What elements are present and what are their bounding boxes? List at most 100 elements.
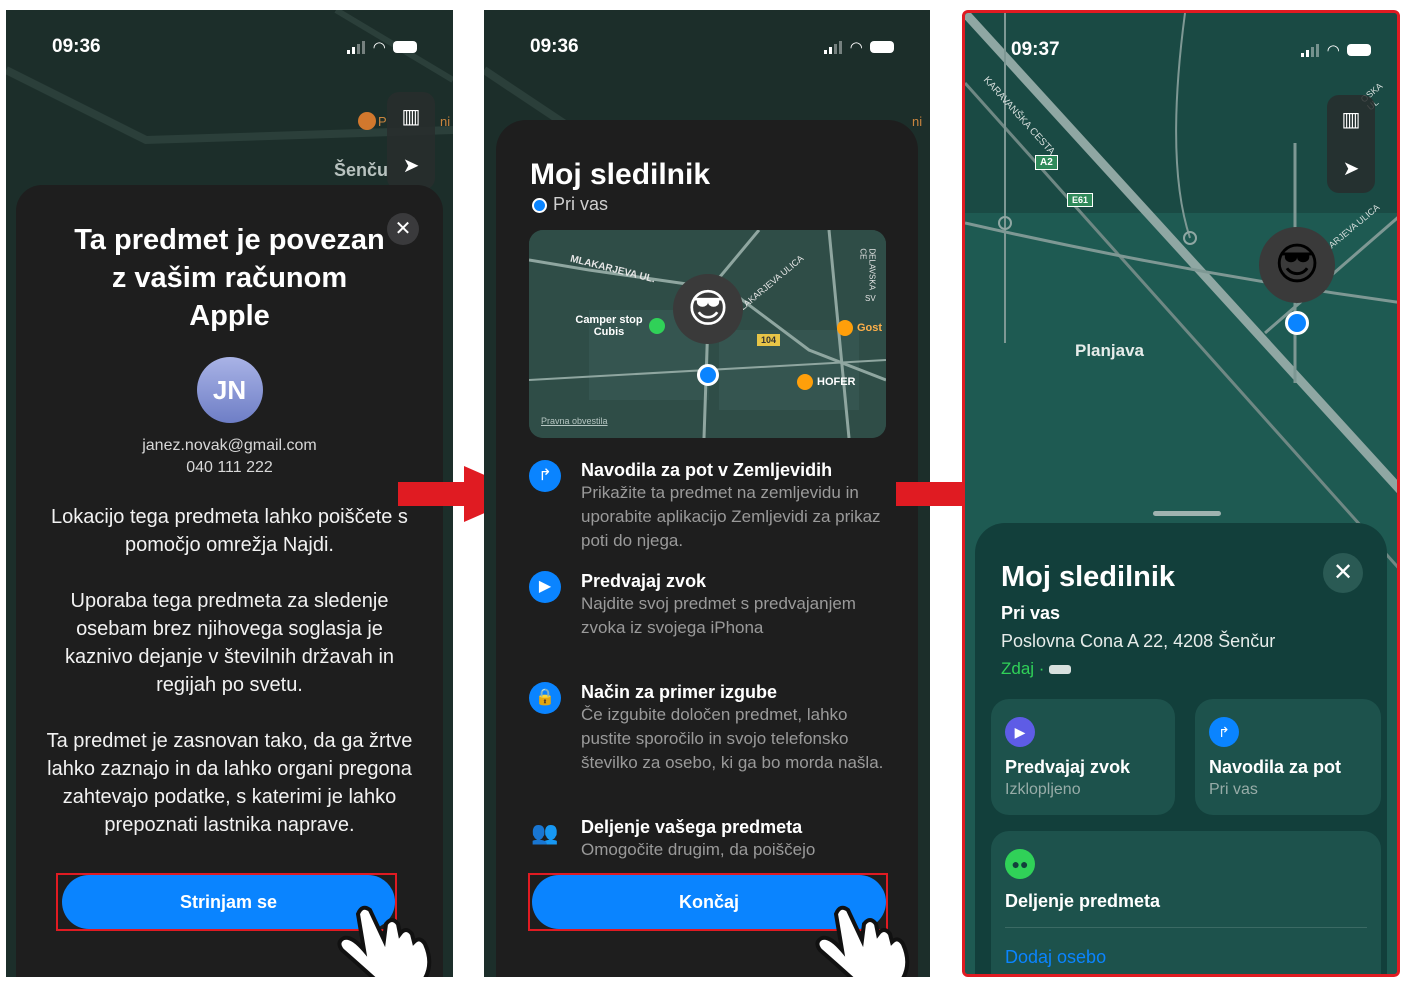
map-icon[interactable]: ▥ [1342, 107, 1361, 132]
map-controls: ▥ ➤ [1327, 95, 1375, 193]
tracker-address: Poslovna Cona A 22, 4208 Šenčur [1001, 631, 1276, 651]
account-phone: 040 111 222 [186, 459, 273, 476]
wifi-icon: ◠ [850, 39, 862, 56]
info-paragraph-2: Uporaba tega predmeta za sledenje osebam… [64, 590, 395, 696]
feature-title: Navodila za pot v Zemljevidih [581, 460, 833, 480]
tracker-status: Pri vas [532, 194, 608, 215]
status-time: 09:36 [530, 36, 579, 57]
map-sv-label: SV [865, 294, 876, 303]
location-arrow-icon[interactable]: ➤ [403, 153, 420, 178]
cellular-signal-icon [1301, 43, 1320, 57]
place-label: Planjava [1075, 341, 1144, 360]
tracker-sheet: Moj sledilnik Pri vas MLAKARJEVA UL. MLA… [496, 120, 918, 977]
add-person-link[interactable]: Dodaj osebo [1005, 947, 1106, 968]
restaurant-icon [837, 320, 853, 336]
people-icon: ●● [1005, 849, 1035, 879]
tracker-emoji-icon: 😎 [673, 274, 743, 344]
location-dot-icon [532, 197, 547, 213]
play-sound-tile[interactable]: ▶ Predvajaj zvok Izklopljeno [991, 699, 1175, 815]
last-seen-text: Zdaj [1001, 659, 1035, 678]
map-controls: ▥ ➤ [387, 92, 435, 190]
map-poi-label-2: ni [912, 114, 923, 129]
map-poi-label-2: ni [440, 114, 451, 129]
association-sheet: ✕ Ta predmet je povezan z vašim računom … [16, 185, 443, 977]
tracker-status: Pri vas [1001, 603, 1061, 623]
feature-title: Način za primer izgube [581, 682, 778, 702]
feature-play-sound: ▶ Predvajaj zvok Najdite svoj predmet s p… [529, 571, 888, 640]
sheet-grabber[interactable] [1153, 511, 1221, 516]
tap-hand-icon [815, 905, 910, 977]
tile-title: Navodila za pot [1209, 757, 1342, 777]
info-paragraph-3: Ta predmet je zasnovan tako, da ga žrtve… [46, 730, 413, 836]
close-button[interactable]: ✕ [387, 213, 419, 245]
feature-sharing: 👥 Deljenje vašega predmeta Omogočite drug… [529, 817, 888, 862]
close-icon: ✕ [394, 218, 412, 240]
directions-icon: ↱ [529, 460, 561, 492]
status-bar: 09:36 ◠ [484, 36, 930, 58]
cellular-signal-icon [347, 40, 366, 54]
tile-subtitle: Izklopljeno [1005, 781, 1081, 798]
status-bar: 09:36 ◠ [6, 36, 453, 58]
feature-title: Deljenje vašega predmeta [581, 817, 803, 837]
status-time: 09:37 [1011, 39, 1060, 60]
location-dot-icon [697, 364, 719, 386]
last-seen: Zdaj · [1001, 659, 1072, 679]
info-paragraph-1: Lokacijo tega predmeta lahko poiščete s … [51, 506, 408, 556]
play-icon: ▶ [1005, 717, 1035, 747]
sharing-section: ●● Deljenje predmeta Dodaj osebo [991, 831, 1381, 974]
feature-lost-mode: 🔒 Način za primer izgube Če izgubite dolo… [529, 682, 888, 775]
wifi-icon: ◠ [373, 39, 385, 56]
feature-directions: ↱ Navodila za pot v Zemljevidih Prikažite… [529, 460, 888, 553]
feature-desc: Prikažite ta predmet na zemljevidu in up… [581, 483, 881, 550]
feature-title: Predvajaj zvok [581, 571, 707, 591]
phone-screen-2: ni 09:36 ◠ Moj sledilnik Pri vas MLAKARJ… [484, 10, 930, 977]
tile-subtitle: Pri vas [1209, 781, 1258, 798]
sheet-title: Ta predmet je povezan z vašim računom Ap… [74, 224, 385, 332]
phone-screen-3: KARAVANŠKA CESTA MLAKARJEVA ULICA OSKA U… [962, 10, 1400, 977]
map-poi-label: P [378, 114, 387, 129]
legal-link[interactable]: Pravna obvestila [541, 416, 608, 426]
shopping-cart-icon [797, 374, 813, 390]
tracker-status-text: Pri vas [553, 194, 609, 214]
lock-icon: 🔒 [529, 682, 561, 714]
battery-icon [393, 41, 417, 53]
people-icon: 👥 [531, 820, 559, 845]
poi-hofer-label: HOFER [817, 376, 856, 388]
directions-tile[interactable]: ↱ Navodila za pot Pri vas [1195, 699, 1381, 815]
close-icon: ✕ [1332, 559, 1354, 586]
poi-gost-label: Gost [857, 322, 883, 334]
status-time: 09:36 [52, 36, 101, 57]
road-badge: A2 [1035, 155, 1058, 170]
account-email: janez.novak@gmail.com [142, 437, 317, 454]
location-arrow-icon[interactable]: ➤ [1343, 156, 1360, 181]
poi-icon [358, 112, 376, 130]
battery-icon [870, 41, 894, 53]
map-icon[interactable]: ▥ [402, 104, 421, 129]
tile-title: Predvajaj zvok [1005, 757, 1131, 777]
battery-icon [1049, 665, 1072, 675]
location-dot-icon [1285, 311, 1309, 335]
mini-map[interactable]: MLAKARJEVA UL. MLAKARJEVA ULICA DELAVSKA… [529, 230, 886, 438]
cellular-signal-icon [824, 40, 843, 54]
road-number-badge: 104 [757, 334, 781, 346]
tracker-title: Moj sledilnik [1001, 561, 1176, 593]
tracker-emoji-icon: 😎 [1259, 227, 1335, 303]
road-badge-2: E61 [1067, 193, 1094, 207]
feature-desc: Če izgubite določen predmet, lahko pusti… [581, 705, 884, 772]
feature-desc: Omogočite drugim, da poiščejo [581, 840, 816, 859]
phone-screen-1: P ni Šenču ▥ ➤ 09:36 ◠ ✕ Ta predmet je p… [6, 10, 453, 977]
avatar: JN [196, 357, 263, 423]
camper-icon [649, 318, 665, 334]
directions-icon: ↱ [1209, 717, 1239, 747]
battery-icon [1347, 44, 1371, 56]
poi-camper-label: Camper stop Cubis [575, 314, 643, 338]
status-bar: 09:37 ◠ [965, 39, 1397, 61]
play-icon: ▶ [529, 571, 561, 603]
tracker-detail-card: Moj sledilnik ✕ Pri vas Poslovna Cona A … [975, 511, 1387, 974]
divider [1005, 927, 1367, 928]
close-button[interactable]: ✕ [1323, 553, 1363, 593]
sharing-title: Deljenje predmeta [1005, 891, 1161, 911]
tap-hand-icon [337, 905, 432, 977]
wifi-icon: ◠ [1327, 42, 1339, 59]
feature-desc: Najdite svoj predmet s predvajanjem zvok… [581, 594, 856, 637]
